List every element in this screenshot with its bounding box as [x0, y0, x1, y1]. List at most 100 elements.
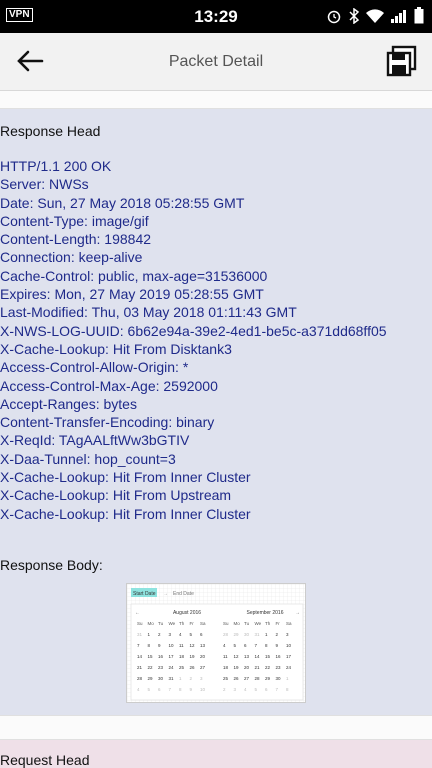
calendar-day: 26: [234, 676, 240, 681]
calendar-day: 24: [286, 665, 292, 670]
weekday-label: Tu: [158, 621, 164, 626]
calendar-day: 14: [137, 654, 143, 659]
response-head-title: Response Head: [0, 123, 101, 139]
end-date-label: End Date: [173, 591, 194, 597]
response-header-line: Accept-Ranges: bytes: [0, 395, 137, 412]
svg-text:←: ←: [135, 610, 140, 616]
calendar-day: 22: [148, 665, 154, 670]
response-header-line: Server: NWSs: [0, 176, 89, 193]
status-icons: [326, 7, 424, 24]
signal-icon: [391, 9, 406, 23]
calendar-day: 15: [148, 654, 154, 659]
response-header-line: X-Cache-Lookup: Hit From Inner Cluster: [0, 469, 251, 486]
start-date-label: Start Date: [133, 591, 156, 597]
calendar-day: 14: [255, 654, 261, 659]
weekday-label: Su: [223, 621, 229, 626]
calendar-day: 21: [255, 665, 261, 670]
weekday-label: Sa: [286, 621, 292, 626]
weekday-label: Fr: [276, 621, 281, 626]
response-header-line: X-NWS-LOG-UUID: 6b62e94a-39e2-4ed1-be5c-…: [0, 322, 387, 339]
response-section: Response Head HTTP/1.1 200 OK Server: NWS…: [0, 109, 432, 715]
bluetooth-icon: [349, 7, 360, 24]
weekday-label: Th: [265, 621, 271, 626]
calendar-day: 26: [190, 665, 196, 670]
calendar-day: 29: [148, 676, 154, 681]
calendar-day: 18: [223, 665, 229, 670]
response-header-line: X-Cache-Lookup: Hit From Inner Cluster: [0, 505, 251, 522]
save-icon[interactable]: [386, 45, 418, 77]
calendar-day: 17: [169, 654, 175, 659]
response-header-line: Content-Type: image/gif: [0, 212, 149, 229]
response-header-line: X-Cache-Lookup: Hit From Disktank3: [0, 340, 232, 357]
calendar-day: 10: [200, 687, 206, 692]
calendar-day: 13: [244, 654, 250, 659]
calendar-day: 19: [190, 654, 196, 659]
weekday-label: Su: [137, 621, 143, 626]
calendar-day: 17: [286, 654, 292, 659]
alarm-icon: [327, 10, 341, 23]
calendar-day: 24: [169, 665, 175, 670]
response-header-line: Cache-Control: public, max-age=31536000: [0, 267, 268, 284]
response-header-line: Access-Control-Allow-Origin: *: [0, 359, 189, 376]
calendar-day: 20: [200, 654, 206, 659]
status-bar: VPN 13:29: [0, 0, 432, 33]
weekday-label: Th: [179, 621, 185, 626]
response-header-line: Date: Sun, 27 May 2018 05:28:55 GMT: [0, 194, 245, 211]
request-head-title: Request Head: [0, 751, 90, 768]
calendar-day: 29: [234, 632, 240, 637]
calendar-day: 28: [255, 676, 261, 681]
calendar-day: 31: [137, 632, 143, 637]
calendar-preview: Start Date → End Date ← August 2016 Sept…: [127, 583, 305, 702]
calendar-day: 28: [223, 632, 229, 637]
weekday-label: Mo: [148, 621, 155, 626]
response-body-title: Response Body:: [0, 556, 103, 573]
response-header-line: Expires: Mon, 27 May 2019 05:28:55 GMT: [0, 286, 264, 303]
calendar-day: 19: [234, 665, 240, 670]
calendar-day: 30: [158, 676, 164, 681]
calendar-day: 16: [158, 654, 164, 659]
weekday-label: Sa: [200, 621, 206, 626]
month-right-label: September 2016: [247, 610, 284, 616]
calendar-day: 27: [200, 665, 206, 670]
response-header-line: Content-Transfer-Encoding: binary: [0, 414, 215, 431]
divider: [0, 91, 432, 109]
calendar-day: 29: [265, 676, 271, 681]
response-header-line: X-Cache-Lookup: Hit From Upstream: [0, 487, 232, 504]
response-header-line: Content-Length: 198842: [0, 231, 152, 248]
page-title: Packet Detail: [168, 53, 264, 70]
calendar-day: 11: [223, 654, 228, 659]
calendar-day: 31: [255, 632, 261, 637]
battery-icon: [414, 7, 424, 24]
weekday-label: We: [169, 621, 176, 626]
month-left-label: August 2016: [173, 610, 201, 616]
calendar-day: 12: [190, 643, 196, 648]
app-bar: Packet Detail: [0, 33, 432, 91]
calendar-day: 18: [179, 654, 185, 659]
calendar-day: 28: [137, 676, 143, 681]
svg-text:→: →: [295, 610, 300, 616]
calendar-day: 23: [158, 665, 164, 670]
calendar-day: 21: [137, 665, 143, 670]
calendar-day: 12: [234, 654, 240, 659]
divider: [0, 714, 432, 740]
calendar-day: 23: [276, 665, 282, 670]
response-header-line: Last-Modified: Thu, 03 May 2018 01:11:43…: [0, 304, 297, 321]
calendar-day: 30: [244, 632, 250, 637]
response-header-line: X-ReqId: TAgAALftWw3bGTIV: [0, 432, 190, 449]
calendar-day: 13: [200, 643, 206, 648]
response-body-image: Start Date → End Date ← August 2016 Sept…: [126, 582, 306, 703]
wifi-icon: [366, 8, 384, 23]
calendar-day: 15: [265, 654, 271, 659]
svg-text:→: →: [163, 591, 168, 597]
calendar-day: 10: [286, 643, 292, 648]
weekday-label: We: [255, 621, 262, 626]
weekday-label: Mo: [234, 621, 241, 626]
weekday-label: Fr: [190, 621, 195, 626]
calendar-day: 25: [223, 676, 229, 681]
calendar-day: 31: [169, 676, 175, 681]
calendar-day: 11: [179, 643, 184, 648]
packet-content[interactable]: Response Head HTTP/1.1 200 OK Server: NWS…: [0, 91, 432, 768]
calendar-day: 30: [276, 676, 282, 681]
calendar-day: 25: [179, 665, 185, 670]
calendar-day: 10: [169, 643, 175, 648]
